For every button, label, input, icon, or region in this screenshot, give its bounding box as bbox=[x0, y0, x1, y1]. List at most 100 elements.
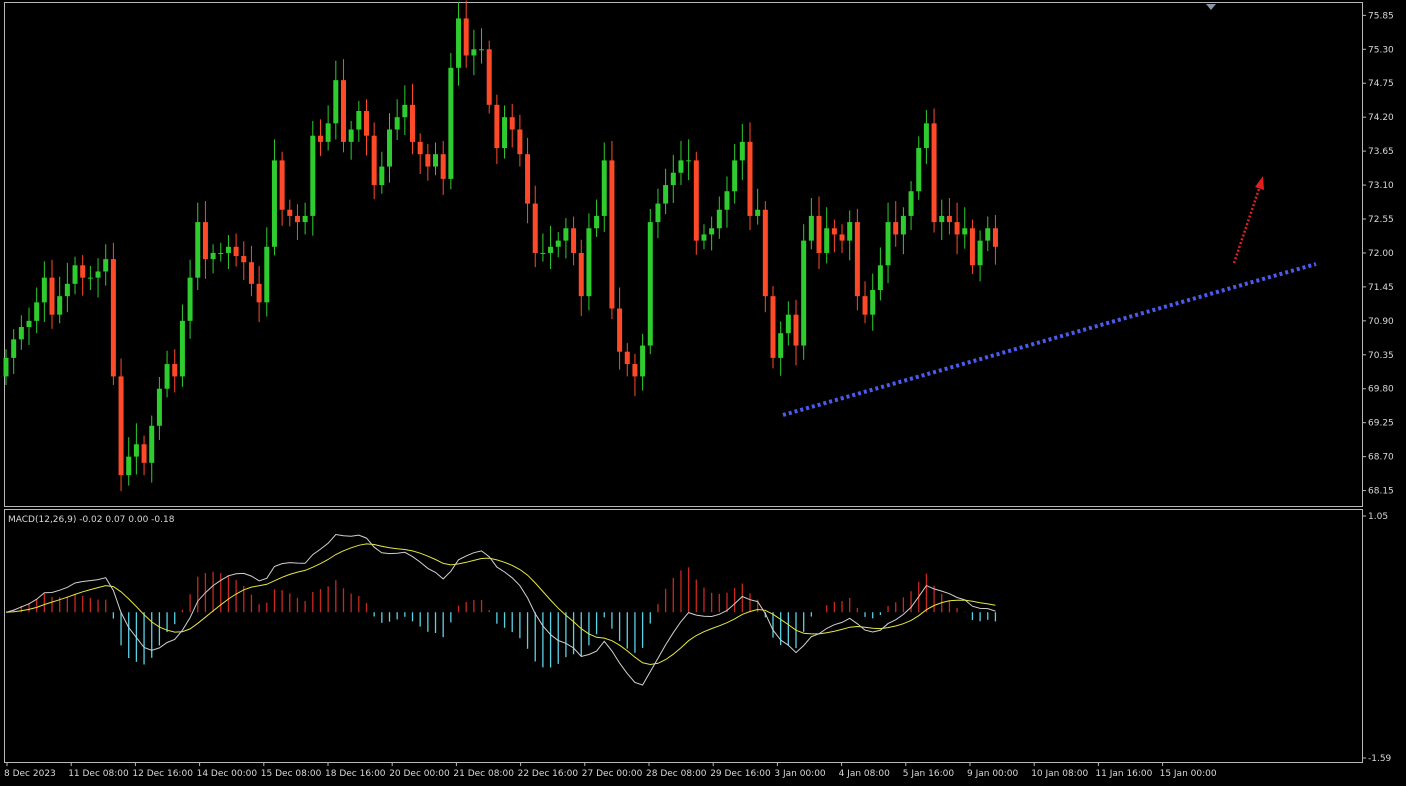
candle[interactable] bbox=[233, 233, 239, 267]
support-trendline[interactable] bbox=[782, 262, 1317, 417]
candle[interactable] bbox=[149, 415, 155, 483]
candle[interactable] bbox=[870, 273, 876, 331]
candle[interactable] bbox=[486, 40, 492, 114]
candle[interactable] bbox=[594, 199, 600, 237]
candle[interactable] bbox=[739, 123, 745, 181]
candle[interactable] bbox=[824, 207, 830, 264]
candle[interactable] bbox=[670, 154, 676, 203]
candle[interactable] bbox=[962, 207, 968, 249]
candle[interactable] bbox=[517, 114, 523, 167]
candle[interactable] bbox=[617, 287, 623, 370]
candle[interactable] bbox=[456, 2, 462, 86]
candle[interactable] bbox=[724, 176, 730, 228]
candle[interactable] bbox=[410, 83, 416, 155]
candle[interactable] bbox=[571, 216, 577, 266]
candle[interactable] bbox=[471, 29, 477, 76]
candle[interactable] bbox=[854, 208, 860, 311]
candle[interactable] bbox=[264, 227, 270, 317]
candle[interactable] bbox=[433, 142, 439, 176]
candle[interactable] bbox=[647, 208, 653, 355]
candle[interactable] bbox=[908, 181, 914, 231]
candle[interactable] bbox=[709, 216, 715, 251]
candle[interactable] bbox=[348, 120, 354, 160]
candle[interactable] bbox=[525, 137, 531, 224]
candle[interactable] bbox=[969, 219, 975, 274]
candle[interactable] bbox=[110, 242, 116, 386]
candle[interactable] bbox=[716, 196, 722, 239]
candle[interactable] bbox=[279, 151, 285, 226]
candle[interactable] bbox=[18, 315, 24, 350]
candle[interactable] bbox=[57, 276, 63, 324]
candle[interactable] bbox=[663, 168, 669, 215]
candle[interactable] bbox=[831, 219, 837, 253]
candle[interactable] bbox=[202, 201, 208, 279]
candle[interactable] bbox=[609, 140, 615, 319]
candle[interactable] bbox=[302, 202, 308, 235]
candle[interactable] bbox=[294, 204, 300, 240]
candle[interactable] bbox=[655, 188, 661, 239]
candle[interactable] bbox=[141, 435, 147, 476]
candle[interactable] bbox=[494, 94, 500, 165]
candle[interactable] bbox=[785, 301, 791, 346]
candle[interactable] bbox=[793, 299, 799, 366]
candle[interactable] bbox=[126, 437, 132, 486]
candle[interactable] bbox=[877, 247, 883, 301]
projection-arrow-line[interactable] bbox=[1232, 185, 1262, 264]
candle[interactable] bbox=[448, 52, 454, 190]
candle[interactable] bbox=[916, 136, 922, 200]
candle[interactable] bbox=[187, 259, 193, 339]
candle[interactable] bbox=[156, 377, 162, 440]
candle[interactable] bbox=[387, 113, 392, 183]
candle[interactable] bbox=[778, 321, 784, 376]
candle[interactable] bbox=[747, 122, 753, 231]
candle[interactable] bbox=[417, 133, 423, 174]
candle[interactable] bbox=[770, 285, 776, 369]
candle[interactable] bbox=[118, 358, 124, 492]
candle[interactable] bbox=[80, 255, 86, 296]
candle[interactable] bbox=[808, 198, 814, 250]
candle[interactable] bbox=[210, 244, 216, 274]
candle[interactable] bbox=[586, 213, 592, 311]
candle[interactable] bbox=[532, 185, 538, 268]
candle[interactable] bbox=[885, 202, 891, 284]
candle[interactable] bbox=[624, 343, 630, 377]
candle[interactable] bbox=[923, 110, 929, 165]
candle[interactable] bbox=[425, 144, 431, 181]
candle[interactable] bbox=[900, 207, 906, 255]
candle[interactable] bbox=[640, 333, 646, 391]
candle[interactable] bbox=[95, 258, 101, 298]
candle[interactable] bbox=[241, 241, 247, 281]
candle[interactable] bbox=[839, 224, 845, 253]
candle[interactable] bbox=[103, 244, 109, 286]
candle[interactable] bbox=[379, 151, 385, 194]
candle[interactable] bbox=[847, 210, 853, 261]
candle[interactable] bbox=[563, 218, 569, 259]
candle[interactable] bbox=[271, 139, 277, 256]
candle[interactable] bbox=[509, 103, 515, 148]
candle[interactable] bbox=[325, 105, 331, 151]
candle[interactable] bbox=[977, 230, 983, 282]
candle[interactable] bbox=[34, 287, 40, 334]
candle[interactable] bbox=[310, 120, 316, 236]
candle[interactable] bbox=[340, 59, 346, 153]
candle[interactable] bbox=[356, 100, 362, 142]
candle[interactable] bbox=[693, 151, 699, 255]
candle[interactable] bbox=[64, 262, 70, 313]
candle[interactable] bbox=[686, 139, 692, 181]
candle[interactable] bbox=[548, 225, 554, 270]
candle[interactable] bbox=[601, 142, 607, 232]
candle[interactable] bbox=[11, 329, 17, 374]
candle[interactable] bbox=[133, 423, 139, 475]
candle[interactable] bbox=[502, 105, 508, 159]
chart-canvas[interactable]: 75.85 75.30 74.75 74.20 73.65 73.10 72.55 72.00… bbox=[0, 0, 1406, 786]
candle[interactable] bbox=[893, 201, 899, 247]
candle[interactable] bbox=[931, 108, 937, 233]
candle[interactable] bbox=[87, 265, 93, 290]
candle[interactable] bbox=[26, 307, 32, 345]
candle[interactable] bbox=[954, 202, 960, 255]
candle[interactable] bbox=[72, 256, 78, 295]
candle[interactable] bbox=[946, 198, 952, 235]
candle[interactable] bbox=[287, 199, 293, 227]
candle[interactable] bbox=[732, 144, 738, 204]
candle[interactable] bbox=[985, 216, 991, 252]
